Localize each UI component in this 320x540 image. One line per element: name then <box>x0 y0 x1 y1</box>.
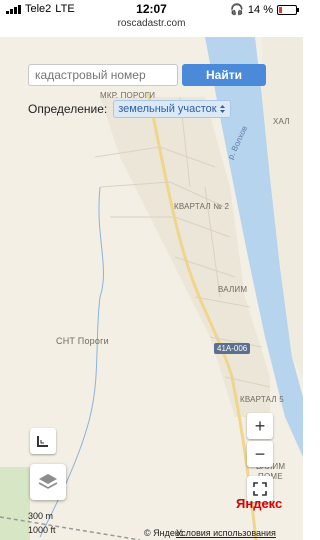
label-kvartal-right: КВАРТАЛ 5 <box>240 395 284 404</box>
label-valim: ВАЛИМ <box>218 285 248 294</box>
map-footer: © Яндекс Условия использования <box>0 526 303 540</box>
search-button[interactable]: Найти <box>182 64 266 86</box>
zoom-in-button[interactable]: + <box>247 413 273 439</box>
status-bar: Tele2 LTE 12:07 🎧 14 % <box>0 0 303 18</box>
label-district: МКР. ПОРОГИ <box>100 91 156 100</box>
select-arrows-icon <box>220 105 226 113</box>
road-shield: 41А-006 <box>214 343 251 354</box>
battery-percent: 14 % <box>247 3 273 16</box>
battery-icon <box>277 4 299 15</box>
cadastral-number-input[interactable] <box>28 64 178 86</box>
yandex-logo: Яндекс <box>236 496 283 511</box>
url-bar[interactable]: roscadastr.com <box>0 18 303 32</box>
scale-metric: 300 m <box>28 511 54 521</box>
definition-selected: земельный участок <box>118 103 217 115</box>
headphones-icon: 🎧 <box>230 4 244 16</box>
label-hal: ХАЛ <box>273 117 290 126</box>
zoom-out-button[interactable]: − <box>247 441 273 467</box>
definition-select[interactable]: земельный участок <box>113 100 232 118</box>
fullscreen-icon <box>253 482 267 496</box>
ruler-button[interactable] <box>30 428 56 454</box>
label-snt: СНТ Пороги <box>56 336 109 346</box>
layers-icon <box>38 474 58 489</box>
layers-button[interactable] <box>30 464 66 500</box>
definition-label: Определение: <box>28 102 108 116</box>
label-kvartal-2: КВАРТАЛ № 2 <box>174 202 230 211</box>
terms-link[interactable]: Условия использования <box>176 528 276 538</box>
ruler-icon <box>37 436 48 447</box>
